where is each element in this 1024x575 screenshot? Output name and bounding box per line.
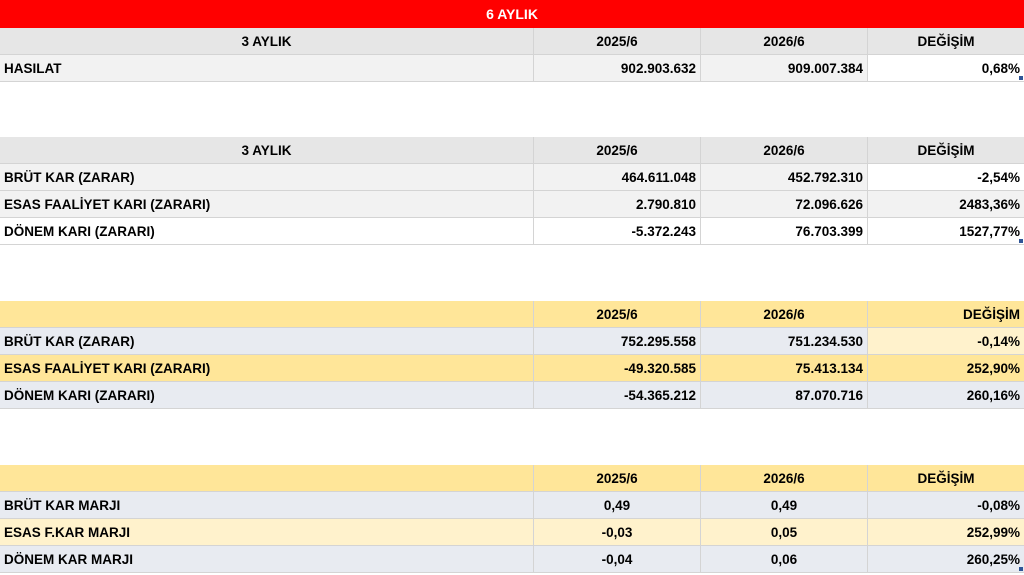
header-blank[interactable] (0, 301, 534, 328)
value-2025[interactable]: 902.903.632 (534, 55, 701, 82)
change-text: 0,68% (981, 61, 1020, 76)
header-2026[interactable]: 2026/6 (701, 28, 868, 55)
header-period-label[interactable]: 3 AYLIK (0, 137, 534, 164)
value-2025[interactable]: 464.611.048 (534, 164, 701, 191)
section3-header-row: 2025/6 2026/6 DEĞİŞİM (0, 301, 1024, 328)
value-2026[interactable]: 0,06 (701, 546, 868, 573)
table-row: DÖNEM KAR MARJI -0,04 0,06 260,25% (0, 546, 1024, 573)
row-label[interactable]: BRÜT KAR (ZARAR) (0, 164, 534, 191)
change-text: 1527,77% (959, 224, 1020, 239)
header-2025[interactable]: 2025/6 (534, 28, 701, 55)
row-label[interactable]: BRÜT KAR (ZARAR) (0, 328, 534, 355)
value-2026[interactable]: 76.703.399 (701, 218, 868, 245)
value-change[interactable]: 252,99% (868, 519, 1024, 546)
value-change[interactable]: 260,25% (868, 546, 1024, 573)
table-row: ESAS F.KAR MARJI -0,03 0,05 252,99% (0, 519, 1024, 546)
value-change[interactable]: 0,68% (868, 55, 1024, 82)
section1-header-row: 3 AYLIK 2025/6 2026/6 DEĞİŞİM (0, 28, 1024, 55)
row-label[interactable]: ESAS FAALİYET KARI (ZARARI) (0, 355, 534, 382)
header-2026[interactable]: 2026/6 (701, 137, 868, 164)
header-period-label[interactable]: 3 AYLIK (0, 28, 534, 55)
table-row: BRÜT KAR (ZARAR) 464.611.048 452.792.310… (0, 164, 1024, 191)
table-row: DÖNEM KARI (ZARARI) -5.372.243 76.703.39… (0, 218, 1024, 245)
comment-marker-icon (1019, 239, 1023, 243)
header-change[interactable]: DEĞİŞİM (868, 28, 1024, 55)
value-2025[interactable]: -5.372.243 (534, 218, 701, 245)
table-row: ESAS FAALİYET KARI (ZARARI) 2.790.810 72… (0, 191, 1024, 218)
row-label[interactable]: DÖNEM KARI (ZARARI) (0, 218, 534, 245)
comment-marker-icon (1019, 567, 1023, 571)
header-2025[interactable]: 2025/6 (534, 465, 701, 492)
value-change[interactable]: -2,54% (868, 164, 1024, 191)
value-2025[interactable]: -49.320.585 (534, 355, 701, 382)
header-2026[interactable]: 2026/6 (701, 465, 868, 492)
value-2025[interactable]: 2.790.810 (534, 191, 701, 218)
header-change[interactable]: DEĞİŞİM (868, 465, 1024, 492)
value-2026[interactable]: 87.070.716 (701, 382, 868, 409)
header-2026[interactable]: 2026/6 (701, 301, 868, 328)
header-change[interactable]: DEĞİŞİM (868, 137, 1024, 164)
header-2025[interactable]: 2025/6 (534, 137, 701, 164)
value-2026[interactable]: 0,49 (701, 492, 868, 519)
table-row: DÖNEM KARI (ZARARI) -54.365.212 87.070.7… (0, 382, 1024, 409)
comment-marker-icon (1019, 76, 1023, 80)
period-banner: 6 AYLIK (0, 0, 1024, 28)
table-row: HASILAT 902.903.632 909.007.384 0,68% (0, 55, 1024, 82)
value-2026[interactable]: 72.096.626 (701, 191, 868, 218)
table-row: BRÜT KAR (ZARAR) 752.295.558 751.234.530… (0, 328, 1024, 355)
section4-header-row: 2025/6 2026/6 DEĞİŞİM (0, 465, 1024, 492)
value-change[interactable]: -0,14% (868, 328, 1024, 355)
table-row: ESAS FAALİYET KARI (ZARARI) -49.320.585 … (0, 355, 1024, 382)
value-2025[interactable]: 752.295.558 (534, 328, 701, 355)
header-change[interactable]: DEĞİŞİM (868, 301, 1024, 328)
value-change[interactable]: 2483,36% (868, 191, 1024, 218)
value-2026[interactable]: 909.007.384 (701, 55, 868, 82)
header-blank[interactable] (0, 465, 534, 492)
value-2025[interactable]: -0,03 (534, 519, 701, 546)
header-2025[interactable]: 2025/6 (534, 301, 701, 328)
value-change[interactable]: -0,08% (868, 492, 1024, 519)
value-change[interactable]: 252,90% (868, 355, 1024, 382)
value-2025[interactable]: -0,04 (534, 546, 701, 573)
value-change[interactable]: 260,16% (868, 382, 1024, 409)
change-text: 260,25% (966, 552, 1020, 567)
row-label[interactable]: ESAS FAALİYET KARI (ZARARI) (0, 191, 534, 218)
value-2026[interactable]: 751.234.530 (701, 328, 868, 355)
value-2026[interactable]: 452.792.310 (701, 164, 868, 191)
row-label[interactable]: DÖNEM KAR MARJI (0, 546, 534, 573)
section2-header-row: 3 AYLIK 2025/6 2026/6 DEĞİŞİM (0, 137, 1024, 164)
value-2026[interactable]: 0,05 (701, 519, 868, 546)
value-2025[interactable]: -54.365.212 (534, 382, 701, 409)
value-2025[interactable]: 0,49 (534, 492, 701, 519)
value-change[interactable]: 1527,77% (868, 218, 1024, 245)
row-label[interactable]: DÖNEM KARI (ZARARI) (0, 382, 534, 409)
table-row: BRÜT KAR MARJI 0,49 0,49 -0,08% (0, 492, 1024, 519)
row-label[interactable]: BRÜT KAR MARJI (0, 492, 534, 519)
row-label[interactable]: HASILAT (0, 55, 534, 82)
value-2026[interactable]: 75.413.134 (701, 355, 868, 382)
row-label[interactable]: ESAS F.KAR MARJI (0, 519, 534, 546)
